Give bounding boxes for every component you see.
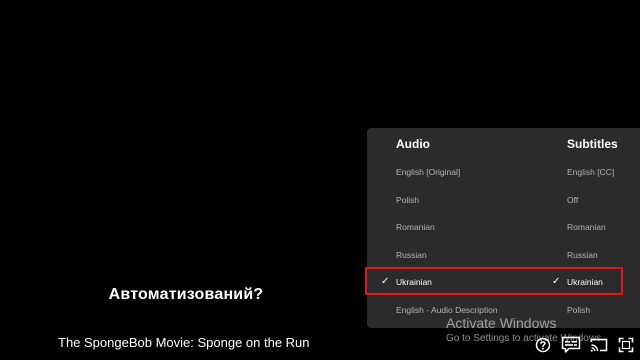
- selection-highlight-box: [365, 267, 623, 295]
- subtitle-option[interactable]: Russian: [567, 248, 598, 262]
- subtitle-option[interactable]: Off: [567, 193, 578, 207]
- subtitle-option[interactable]: Polish: [567, 303, 590, 317]
- audio-option[interactable]: Romanian: [396, 220, 435, 234]
- cast-icon[interactable]: [589, 335, 609, 355]
- subtitle-caption: Автоматизований?: [108, 286, 264, 303]
- audio-option[interactable]: Polish: [396, 193, 419, 207]
- subtitle-option[interactable]: English [CC]: [567, 165, 614, 179]
- audio-option[interactable]: Russian: [396, 248, 427, 262]
- audio-header: Audio: [396, 137, 430, 151]
- help-icon[interactable]: [533, 335, 553, 355]
- audio-option[interactable]: English [Original]: [396, 165, 460, 179]
- fullscreen-icon[interactable]: [616, 335, 636, 355]
- video-title: The SpongeBob Movie: Sponge on the Run: [58, 335, 310, 350]
- subtitles-header: Subtitles: [567, 137, 618, 151]
- subtitle-option[interactable]: Romanian: [567, 220, 606, 234]
- audio-subtitles-menu: Audio Subtitles English [Original] Polis…: [367, 128, 640, 328]
- subtitles-audio-icon[interactable]: [560, 335, 582, 355]
- activate-windows-title: Activate Windows: [446, 315, 557, 331]
